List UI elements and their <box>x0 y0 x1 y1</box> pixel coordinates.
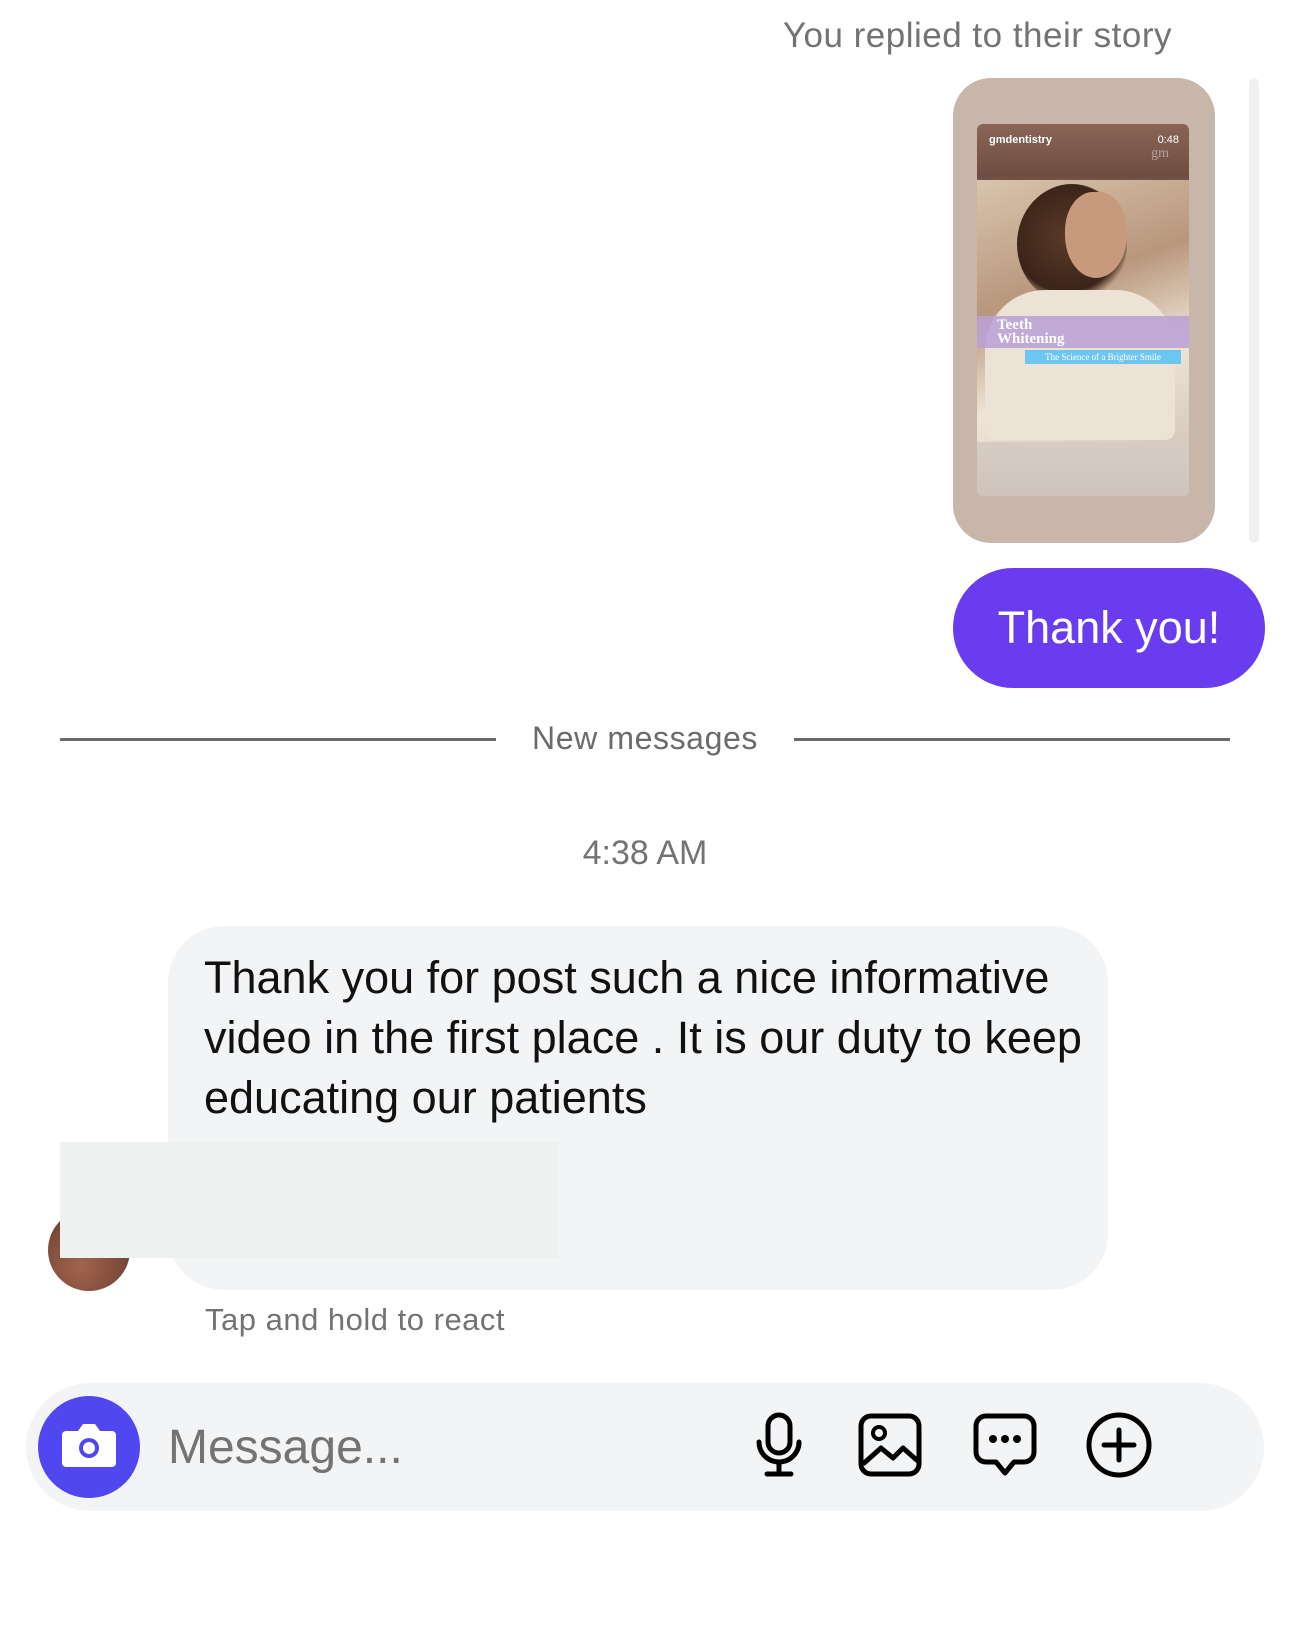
microphone-icon <box>751 1412 807 1483</box>
story-photo-sweater <box>985 290 1175 440</box>
camera-icon <box>60 1419 118 1476</box>
sticker-button[interactable] <box>970 1412 1040 1482</box>
outgoing-message-bubble[interactable]: Thank you! <box>953 568 1265 688</box>
story-photo-face <box>1065 192 1127 278</box>
separator-line-right <box>794 738 1230 741</box>
more-button[interactable] <box>1084 1412 1154 1482</box>
incoming-message-text: Thank you for post such a nice informati… <box>204 952 1082 1123</box>
redacted-area <box>60 1142 558 1258</box>
story-duration: 0:48 <box>1157 134 1179 146</box>
story-thumbnail: gmdentistry 0:48 gm Teeth Whitening The … <box>977 124 1189 496</box>
message-input[interactable] <box>168 1410 728 1484</box>
story-title-line1: Teeth <box>997 317 1033 333</box>
camera-button[interactable] <box>38 1396 140 1498</box>
plus-circle-icon <box>1085 1411 1153 1484</box>
story-handle: gmdentistry <box>989 134 1052 146</box>
story-title: Teeth Whitening <box>997 317 1065 347</box>
new-messages-separator: New messages <box>532 720 758 756</box>
story-title-line2: Whitening <box>997 331 1065 347</box>
image-icon <box>857 1412 923 1483</box>
story-subtitle: The Science of a Brighter Smile <box>1025 350 1181 364</box>
story-photo <box>977 180 1189 442</box>
separator-line-left <box>60 738 496 741</box>
message-timestamp: 4:38 AM <box>582 834 708 872</box>
react-hint: Tap and hold to react <box>205 1302 506 1337</box>
gallery-button[interactable] <box>855 1412 925 1482</box>
story-watermark: gm <box>1151 146 1169 161</box>
story-reply-indicator <box>1249 78 1259 543</box>
sticker-chat-icon <box>972 1412 1038 1483</box>
story-preview[interactable]: gmdentistry 0:48 gm Teeth Whitening The … <box>953 78 1215 543</box>
story-reply-caption: You replied to their story <box>782 16 1172 55</box>
voice-button[interactable] <box>744 1412 814 1482</box>
